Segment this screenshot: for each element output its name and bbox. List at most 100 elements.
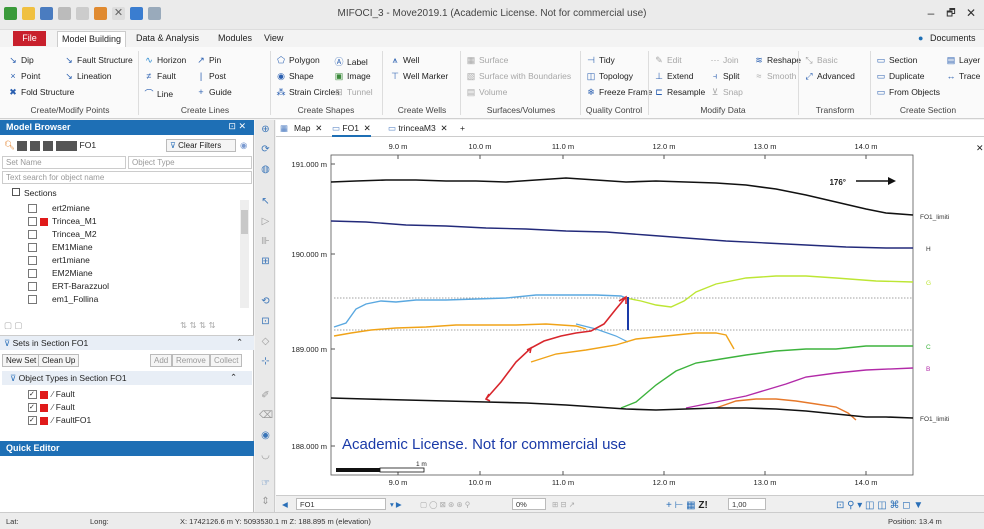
minimize-button[interactable]: – bbox=[922, 6, 940, 20]
lineation-button[interactable]: ↘ Lineation bbox=[64, 71, 111, 82]
quick-editor-header[interactable]: Quick Editor bbox=[0, 441, 254, 456]
list-item[interactable]: EM1Miane bbox=[28, 242, 93, 253]
lasso-icon[interactable]: ▷ bbox=[259, 216, 272, 229]
help-icon[interactable]: ◉ bbox=[240, 140, 247, 151]
hide-icon[interactable]: ◡ bbox=[259, 450, 272, 463]
extend-button[interactable]: ⊥ Extend bbox=[654, 71, 693, 82]
well-marker-button[interactable]: ⊤ Well Marker bbox=[390, 71, 448, 82]
pointer-icon[interactable]: ☞ bbox=[259, 478, 272, 491]
object-search-input[interactable]: Text search for object name bbox=[2, 171, 252, 184]
topology-button[interactable]: ◫ Topology bbox=[586, 71, 633, 82]
add-button[interactable]: Add bbox=[150, 354, 173, 367]
select-icon[interactable]: ↖ bbox=[259, 196, 272, 209]
tunnel-button[interactable]: ⊟ Tunnel bbox=[334, 87, 372, 98]
fault-button[interactable]: ≠ Fault bbox=[144, 71, 176, 81]
polygon-button[interactable]: ⬠ Polygon bbox=[276, 55, 320, 66]
guide-button[interactable]: + Guide bbox=[196, 87, 231, 97]
tab-modules[interactable]: Modules bbox=[218, 33, 252, 43]
split-button[interactable]: ⫞ Split bbox=[710, 71, 740, 82]
section-canvas[interactable]: 9.0 m 9.0 m 10.0 m 10.0 m 11.0 m 11.0 m 12.0 m… bbox=[276, 137, 984, 495]
object-type-input[interactable]: Object Type bbox=[128, 156, 252, 169]
object-type-row[interactable]: ✓ ⁄ FaultFO1 bbox=[28, 415, 91, 426]
point-button[interactable]: × Point bbox=[8, 71, 40, 81]
list-item[interactable]: EM2Miane bbox=[28, 268, 93, 279]
section-button[interactable]: ▭ Section bbox=[876, 55, 918, 66]
set-name-input[interactable]: Set Name bbox=[2, 156, 126, 169]
from-objects-button[interactable]: ▭ From Objects bbox=[876, 87, 940, 98]
list-item[interactable]: em1_Follina bbox=[28, 294, 98, 305]
volume-button[interactable]: ▤ Volume bbox=[466, 87, 508, 98]
list-tools[interactable]: ⇅ ⇅ ⇅ ⇅ bbox=[180, 320, 216, 331]
scroll-icon[interactable]: ⇕ bbox=[259, 496, 272, 509]
horizon-button[interactable]: ∿ Horizon bbox=[144, 55, 186, 66]
rotate-icon[interactable]: ⟳ bbox=[259, 144, 272, 157]
playback-icons[interactable]: ▢ ◯ ⊠ ⊛ ⊛ ⚲ bbox=[420, 500, 470, 509]
freeze-frame-button[interactable]: ❄ Freeze Frame bbox=[586, 87, 652, 98]
dip-button[interactable]: ↘ Dip bbox=[8, 55, 34, 66]
well-button[interactable]: ⩚ Well bbox=[390, 55, 419, 66]
documents-link[interactable]: Documents bbox=[930, 33, 976, 43]
tab-view[interactable]: View bbox=[264, 33, 283, 43]
strain-circles-button[interactable]: ⁂ Strain Circles bbox=[276, 87, 340, 98]
clean-up-button[interactable]: Clean Up bbox=[38, 354, 80, 367]
percent-input[interactable]: 0% bbox=[512, 498, 546, 510]
pan-icon[interactable]: ⊕ bbox=[259, 124, 272, 137]
frame-icon[interactable]: ⊡ bbox=[259, 316, 272, 329]
join-button[interactable]: ⋯ Join bbox=[710, 55, 739, 66]
remove-button[interactable]: Remove bbox=[172, 354, 210, 367]
section-select[interactable]: FO1 bbox=[296, 498, 386, 510]
object-type-row[interactable]: ✓ ⁄ Fault bbox=[28, 389, 75, 400]
clear-filters-button[interactable]: ⊽ Clear Filters bbox=[166, 139, 236, 152]
object-types-title[interactable]: ⊽ Object Types in Section FO1 bbox=[10, 373, 127, 384]
eraser-icon[interactable]: ⌫ bbox=[259, 410, 273, 423]
snap-tool-icon[interactable]: ◇ bbox=[259, 336, 272, 349]
collect-button[interactable]: Collect bbox=[210, 354, 243, 367]
advanced-transform-button[interactable]: ⤢ Advanced bbox=[804, 71, 854, 82]
edit-button[interactable]: ✎ Edit bbox=[654, 55, 681, 66]
collapse-icon[interactable]: ⌃ bbox=[230, 372, 237, 383]
list-item[interactable]: ERT-Barazzuol bbox=[28, 281, 109, 292]
pin-close-icon[interactable]: ⊡ ✕ bbox=[228, 121, 246, 132]
step-icons[interactable]: ⊞ ⊟ ↗ bbox=[552, 500, 575, 509]
duplicate-button[interactable]: ▭ Duplicate bbox=[876, 71, 925, 82]
section-plot[interactable]: 9.0 m 9.0 m 10.0 m 10.0 m 11.0 m 11.0 m 12.0 m… bbox=[276, 137, 984, 495]
tool-icons[interactable]: + ⊢ ▦ Z! bbox=[666, 500, 708, 511]
shape-button[interactable]: ◉ Shape bbox=[276, 71, 314, 82]
file-tab[interactable]: File bbox=[13, 31, 46, 46]
smooth-button[interactable]: ≈ Smooth bbox=[754, 71, 797, 81]
measure-icon[interactable]: ⊪ bbox=[259, 236, 272, 249]
tab-model-building[interactable]: Model Building bbox=[57, 31, 127, 47]
sections-header[interactable]: Sections bbox=[12, 188, 57, 198]
view-tool-icons[interactable]: ⊡ ⚲ ▾ ◫ ◫ ⌘ ◻ ▼ bbox=[836, 500, 923, 511]
cut-icon[interactable]: ⊞ bbox=[259, 256, 272, 269]
trace-button[interactable]: ↔ Trace bbox=[946, 71, 981, 81]
brush-icon[interactable]: ✐ bbox=[259, 390, 272, 403]
list-item[interactable]: Trincea_M1 bbox=[28, 216, 97, 227]
tidy-button[interactable]: ⊣ Tidy bbox=[586, 55, 615, 66]
surface-button[interactable]: ▦ Surface bbox=[466, 55, 509, 66]
scroll-thumb[interactable] bbox=[241, 210, 248, 234]
dropdown-chevron-icon[interactable]: ▾ ▶ bbox=[390, 500, 402, 509]
canvas-close-icon[interactable]: ✕ bbox=[976, 143, 984, 153]
list-item[interactable]: ert1miane bbox=[28, 255, 90, 266]
label-button[interactable]: Ⓐ Label bbox=[334, 55, 367, 68]
post-button[interactable]: | Post bbox=[196, 71, 226, 81]
prev-icon[interactable]: ◀ bbox=[282, 500, 288, 509]
list-item[interactable]: Trincea_M2 bbox=[28, 229, 97, 240]
section-actions[interactable]: ▢ ▢ bbox=[4, 320, 22, 331]
tab-trinceam3[interactable]: ▭ trinceaM3 ✕ bbox=[388, 123, 448, 134]
search-text[interactable]: FO1 bbox=[80, 140, 97, 150]
fold-structure-button[interactable]: ✖ Fold Structure bbox=[8, 87, 74, 98]
sections-scrollbar[interactable] bbox=[240, 200, 249, 308]
image-button[interactable]: ▣ Image bbox=[334, 71, 371, 82]
reshape-button[interactable]: ≋ Reshape bbox=[754, 55, 801, 66]
collapse-icon[interactable]: ⌃ bbox=[236, 337, 243, 348]
resample-button[interactable]: ⊏ Resample bbox=[654, 87, 705, 98]
surface-boundaries-button[interactable]: ▧ Surface with Boundaries bbox=[466, 71, 571, 82]
new-set-button[interactable]: New Set bbox=[2, 354, 41, 367]
maximize-button[interactable]: 🗗 bbox=[942, 6, 960, 23]
pin-button[interactable]: ↗ Pin bbox=[196, 55, 221, 66]
close-button[interactable]: ✕ bbox=[962, 6, 980, 20]
grid-icon[interactable]: ⊹ bbox=[259, 356, 272, 369]
list-item[interactable]: ert2miane bbox=[28, 203, 90, 214]
